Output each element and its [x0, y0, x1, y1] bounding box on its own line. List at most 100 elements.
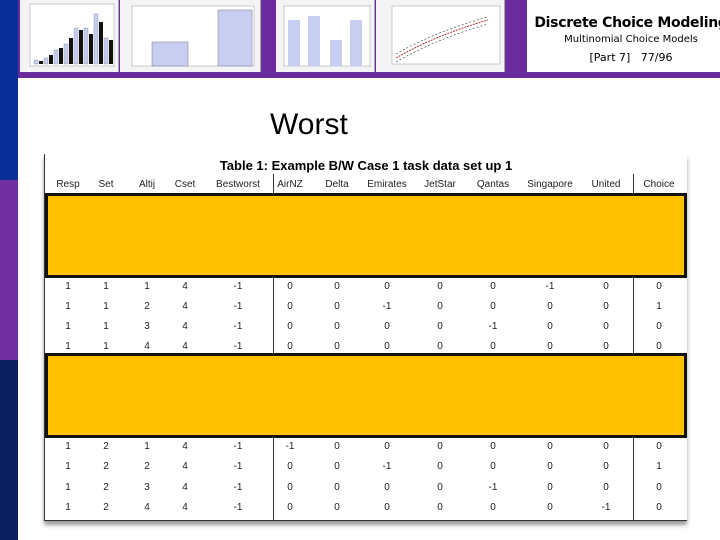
table-cell: 0 [384, 281, 390, 292]
table-cell: 0 [547, 441, 553, 452]
table-cell: 0 [656, 502, 662, 513]
table-cell: 0 [384, 341, 390, 352]
thumbnail-bar-chart-2 [276, 0, 375, 72]
table-cell: 0 [437, 341, 443, 352]
highlight-box-2 [45, 353, 687, 438]
table-cell: -1 [488, 482, 498, 493]
table-cell: 0 [603, 341, 609, 352]
table-cell: 0 [384, 441, 390, 452]
header-banner: Discrete Choice Modeling Multinomial Cho… [18, 0, 720, 78]
histogram-thumbnail-image [29, 3, 115, 67]
page-counter: 77/96 [640, 51, 673, 64]
column-header: Qantas [476, 179, 510, 190]
table-cell: -1 [488, 321, 498, 332]
table-cell: 0 [437, 502, 443, 513]
column-header: United [591, 179, 621, 190]
table-cell: -1 [233, 341, 243, 352]
table-cell: 0 [603, 301, 609, 312]
part-label: [Part 7] [589, 51, 631, 64]
table-cell: 0 [384, 502, 390, 513]
table-cell: 0 [490, 301, 496, 312]
table-cell: 4 [182, 441, 188, 452]
table-cell: -1 [233, 461, 243, 472]
table-cell: -1 [382, 301, 392, 312]
thumbnail-bar-chart-1 [120, 0, 261, 72]
thumbnail-histogram [20, 0, 119, 72]
table-cell: 0 [656, 482, 662, 493]
table-cell: -1 [233, 441, 243, 452]
table-cell: 0 [334, 502, 340, 513]
line-chart-thumbnail-image [391, 5, 501, 65]
table-cell: -1 [382, 461, 392, 472]
table-cell: -1 [601, 502, 611, 513]
column-header: Cset [174, 179, 196, 190]
table-cell: 0 [603, 482, 609, 493]
data-table: Table 1: Example B/W Case 1 task data se… [44, 154, 687, 521]
table-cell: 0 [437, 482, 443, 493]
title-box: Discrete Choice Modeling Multinomial Cho… [524, 0, 720, 75]
table-cell: 0 [334, 441, 340, 452]
table-cell: 0 [547, 341, 553, 352]
column-header: Emirates [367, 179, 407, 190]
table-cell: 0 [437, 321, 443, 332]
table-cell: 4 [182, 321, 188, 332]
slide-heading: Worst [270, 108, 348, 141]
column-header: Singapore [527, 179, 573, 190]
sidebar-blue [0, 0, 18, 180]
table-cell: 0 [603, 281, 609, 292]
table-cell: 0 [437, 301, 443, 312]
table-cell: 0 [547, 321, 553, 332]
table-cell: -1 [233, 301, 243, 312]
table-cell: 0 [490, 341, 496, 352]
table-cell: 0 [656, 281, 662, 292]
sidebar-purple [0, 180, 18, 360]
slide-number: [Part 7] 77/96 [527, 51, 720, 64]
table-cell: -1 [233, 482, 243, 493]
table-cell: -1 [233, 281, 243, 292]
column-header: Delta [325, 179, 349, 190]
table-cell: 4 [182, 341, 188, 352]
table-cell: 0 [547, 502, 553, 513]
table-cell: 0 [334, 461, 340, 472]
table-cell: 0 [437, 461, 443, 472]
table-cell: 0 [603, 321, 609, 332]
table-cell: 4 [182, 502, 188, 513]
column-header: Bestworst [216, 179, 260, 190]
thumbnail-line-chart [376, 0, 505, 72]
table-cell: 0 [334, 321, 340, 332]
table-cell: 0 [603, 441, 609, 452]
table-cell: -1 [545, 281, 555, 292]
table-cell: 0 [547, 461, 553, 472]
table-cell: 0 [490, 441, 496, 452]
bar-chart-1-thumbnail-image [131, 5, 255, 67]
highlight-box-1 [45, 193, 687, 278]
table-cell: -1 [233, 321, 243, 332]
table-cell: 0 [490, 461, 496, 472]
table-cell: 0 [384, 321, 390, 332]
table-cell: 0 [656, 341, 662, 352]
table-cell: -1 [233, 502, 243, 513]
table-cell: 0 [603, 461, 609, 472]
course-subtitle: Multinomial Choice Models [564, 34, 698, 45]
sidebar-navy [0, 360, 18, 540]
table-cell: 0 [334, 301, 340, 312]
table-cell: 0 [490, 281, 496, 292]
table-cell: 0 [334, 281, 340, 292]
table-cell: 0 [547, 482, 553, 493]
table-cell: 0 [334, 341, 340, 352]
column-header: JetStar [424, 179, 456, 190]
course-title: Discrete Choice Modeling [534, 15, 720, 31]
table-cell: 1 [656, 301, 662, 312]
table-cell: 0 [437, 281, 443, 292]
table-cell: 0 [490, 502, 496, 513]
column-header: Choice [643, 179, 675, 190]
table-cell: 4 [182, 461, 188, 472]
table-caption: Table 1: Example B/W Case 1 task data se… [219, 158, 513, 173]
table-cell: 4 [182, 482, 188, 493]
table-cell: 0 [384, 482, 390, 493]
bar-chart-2-thumbnail-image [283, 5, 371, 67]
table-cell: 4 [182, 301, 188, 312]
table-cell: 0 [656, 321, 662, 332]
table-cell: 0 [437, 441, 443, 452]
table-cell: 0 [656, 441, 662, 452]
